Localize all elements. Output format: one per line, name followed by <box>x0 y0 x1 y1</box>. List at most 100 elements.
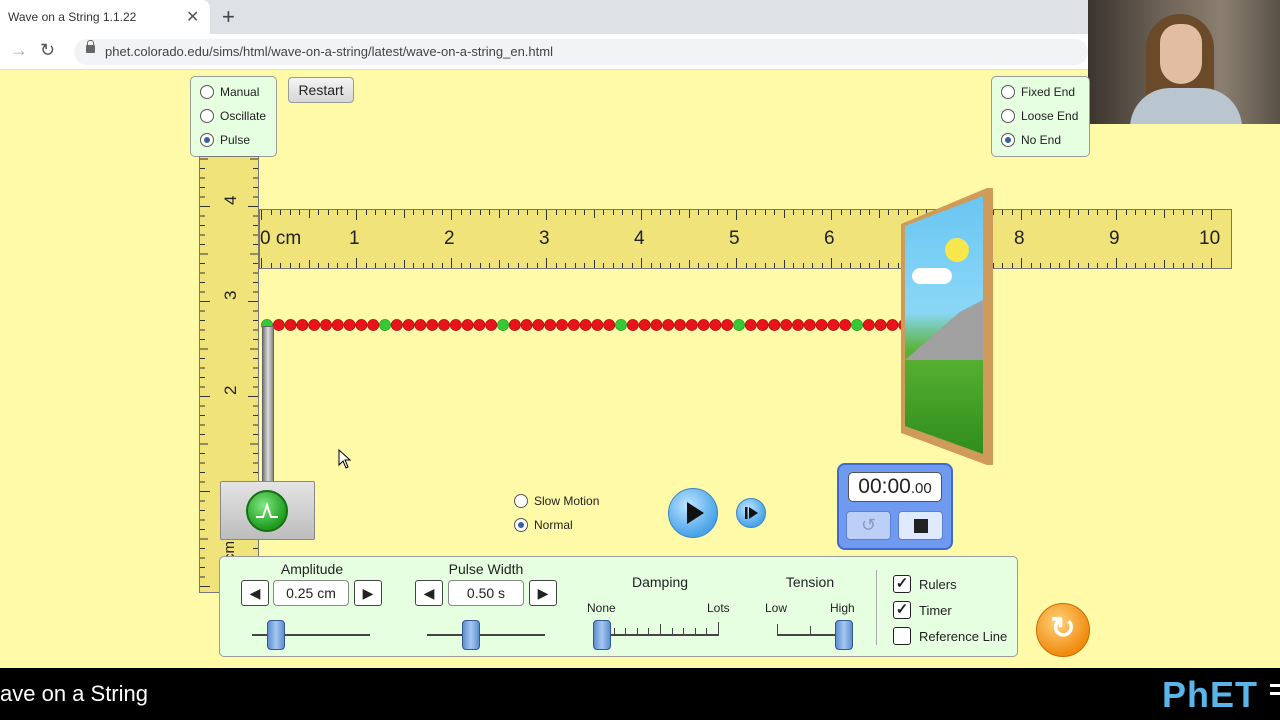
stopwatch-reset-button[interactable]: ↺ <box>846 511 891 540</box>
ruler-tick <box>726 210 728 215</box>
end-none[interactable]: No End <box>1001 128 1089 152</box>
radio-normal[interactable] <box>514 518 528 532</box>
phet-logo[interactable]: PhET <box>1162 674 1258 716</box>
pulse-icon <box>256 501 278 518</box>
radio-pulse[interactable] <box>200 133 214 147</box>
mode-manual[interactable]: Manual <box>200 80 276 104</box>
radio-loose-end[interactable] <box>1001 109 1015 123</box>
radio-slow-motion[interactable] <box>514 494 528 508</box>
ruler-tick <box>584 263 585 268</box>
string-bead <box>426 319 439 331</box>
menu-icon[interactable] <box>1270 684 1280 704</box>
pulse-button[interactable] <box>246 490 288 532</box>
ruler-tick <box>1211 210 1212 220</box>
ruler-tick <box>270 263 272 268</box>
mode-pulse[interactable]: Pulse <box>200 128 276 152</box>
wave-string[interactable] <box>260 317 986 333</box>
new-tab-icon[interactable]: + <box>222 4 235 30</box>
reload-icon[interactable]: ↻ <box>40 40 55 61</box>
amplitude-increase-button[interactable]: ▶ <box>354 580 382 606</box>
damping-slider-track[interactable] <box>602 634 719 636</box>
timer-option[interactable]: ✓ Timer <box>893 597 1013 623</box>
ruler-tick <box>527 210 528 215</box>
tension-tick-low <box>777 624 778 634</box>
amplitude-slider-thumb[interactable] <box>266 620 285 650</box>
ruler-tick <box>1068 210 1070 218</box>
stopwatch-time: 00:00 <box>858 475 911 498</box>
step-button[interactable] <box>736 498 766 528</box>
ruler-tick <box>1049 210 1051 215</box>
timer-checkbox[interactable]: ✓ <box>893 601 911 619</box>
tension-min-label: Low <box>765 601 788 615</box>
radio-manual[interactable] <box>200 85 214 99</box>
ruler-tick <box>384 263 386 268</box>
stopwatch-fraction: .00 <box>910 480 932 497</box>
stop-icon <box>914 519 928 533</box>
ruler-tick <box>1097 210 1098 215</box>
ruler-tick <box>1087 263 1089 268</box>
reset-icon: ↺ <box>860 515 877 535</box>
ruler-tick <box>527 263 528 268</box>
ruler-tick <box>289 263 291 268</box>
ruler-tick <box>1182 210 1184 215</box>
lock-icon <box>86 40 95 53</box>
pulse-width-decrease-button[interactable]: ◀ <box>415 580 443 606</box>
ruler-tick <box>1049 263 1051 268</box>
ruler-tick <box>878 260 880 268</box>
ruler-tick <box>508 210 509 215</box>
tension-slider-thumb[interactable] <box>835 620 853 650</box>
string-bead <box>862 319 875 331</box>
pulse-width-increase-button[interactable]: ▶ <box>529 580 557 606</box>
ruler-tick <box>432 210 433 215</box>
stopwatch-stop-button[interactable] <box>898 511 943 540</box>
damping-slider-thumb[interactable] <box>593 620 611 650</box>
radio-fixed-end[interactable] <box>1001 85 1015 99</box>
pulse-width-slider-track[interactable] <box>427 634 545 636</box>
restart-button[interactable]: Restart <box>288 77 354 103</box>
horizontal-ruler[interactable]: 0 cm12345678910 <box>259 209 1232 269</box>
ruler-tick <box>1030 210 1032 215</box>
reference-line-checkbox[interactable] <box>893 627 911 645</box>
ruler-tick <box>1040 263 1041 268</box>
ruler-tick <box>384 210 386 215</box>
ruler-tick <box>612 210 614 215</box>
horizontal-ruler-label: 9 <box>1109 228 1120 249</box>
radio-oscillate[interactable] <box>200 109 214 123</box>
end-fixed[interactable]: Fixed End <box>1001 80 1089 104</box>
rulers-checkbox[interactable]: ✓ <box>893 575 911 593</box>
ruler-tick <box>1059 210 1060 215</box>
reference-line-option[interactable]: Reference Line <box>893 623 1013 649</box>
radio-no-end[interactable] <box>1001 133 1015 147</box>
forward-icon[interactable]: → <box>10 40 28 61</box>
string-bead <box>331 319 344 331</box>
tension-slider-track[interactable] <box>777 634 844 636</box>
close-tab-icon[interactable]: ✕ <box>186 7 199 27</box>
string-bead <box>532 319 545 331</box>
string-bead <box>284 319 297 331</box>
amplitude-decrease-button[interactable]: ◀ <box>241 580 269 606</box>
string-bead <box>355 319 368 331</box>
string-bead <box>508 319 521 331</box>
play-icon <box>687 502 704 524</box>
rulers-label: Rulers <box>919 576 957 592</box>
ruler-tick <box>1116 210 1117 220</box>
string-bead <box>697 319 710 331</box>
speed-normal-label: Normal <box>534 518 573 532</box>
ruler-tick <box>413 210 414 215</box>
ruler-tick <box>1135 210 1136 215</box>
mode-oscillate[interactable]: Oscillate <box>200 104 276 128</box>
reset-all-button[interactable]: ↻ <box>1036 603 1090 657</box>
play-button[interactable] <box>668 488 718 538</box>
pulse-width-slider-thumb[interactable] <box>461 620 480 650</box>
string-bead <box>827 319 840 331</box>
speed-normal[interactable]: Normal <box>514 513 624 537</box>
end-loose[interactable]: Loose End <box>1001 104 1089 128</box>
ruler-tick <box>1144 210 1146 215</box>
ruler-tick <box>508 263 509 268</box>
ruler-tick <box>299 210 300 215</box>
string-bead <box>803 319 816 331</box>
rulers-option[interactable]: ✓ Rulers <box>893 571 1013 597</box>
speed-slow[interactable]: Slow Motion <box>514 489 624 513</box>
mouse-cursor-icon <box>338 449 352 469</box>
string-bead <box>367 319 380 331</box>
